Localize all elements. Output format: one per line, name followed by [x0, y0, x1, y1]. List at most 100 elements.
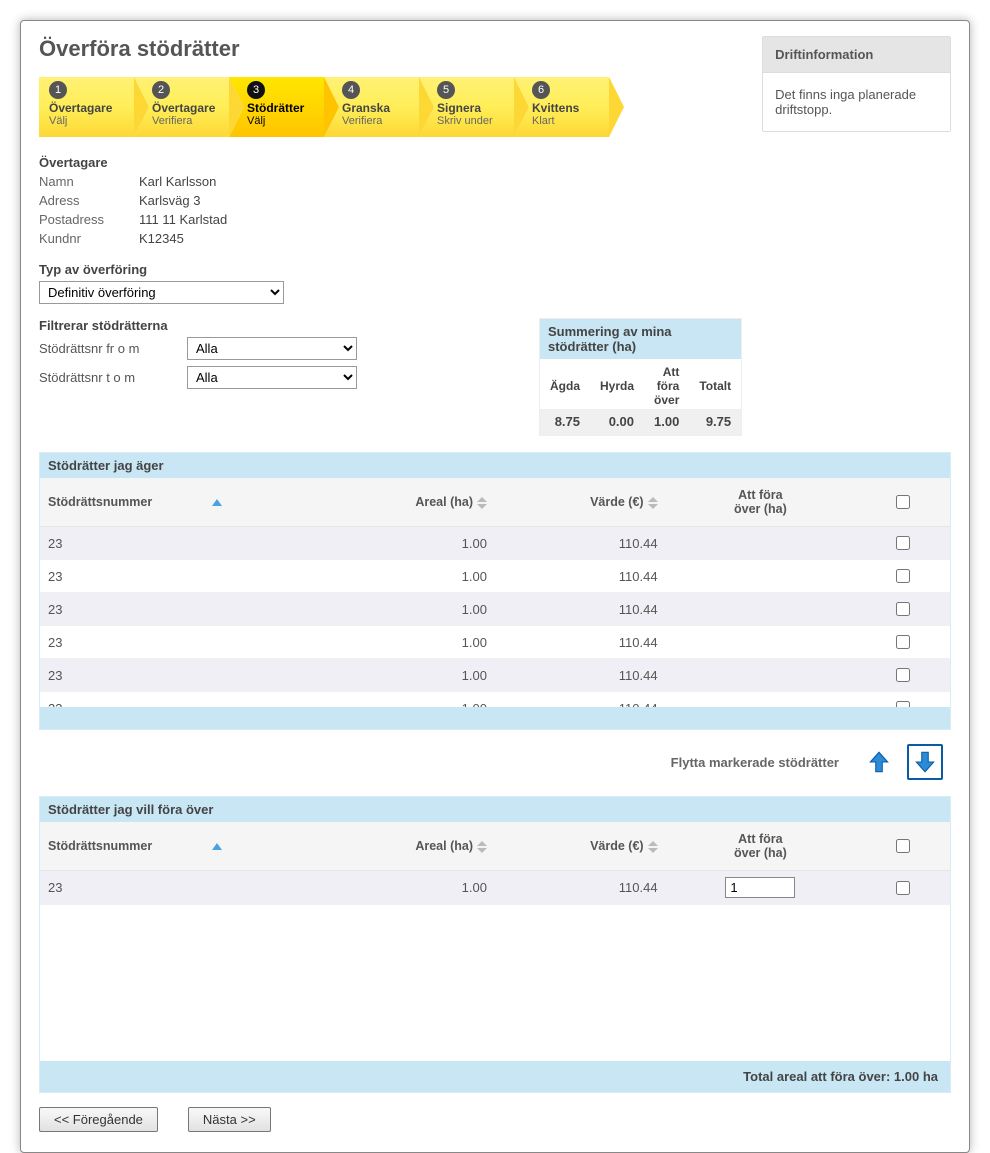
step-title: Granska	[342, 101, 419, 115]
cell-num: 23	[40, 626, 324, 659]
sort-icon	[477, 841, 487, 853]
cell-varde: 110.44	[495, 527, 666, 560]
step-title: Övertagare	[152, 101, 229, 115]
cell-over	[666, 626, 856, 659]
cell-varde: 110.44	[495, 659, 666, 692]
step-subtitle: Välj	[247, 115, 324, 127]
cell-areal: 1.00	[324, 659, 495, 692]
filter-from-label: Stödrättsnr fr o m	[39, 341, 179, 356]
row-checkbox[interactable]	[896, 602, 910, 616]
filter-to-select[interactable]: Alla	[187, 366, 357, 389]
transfer-rights-title: Stödrätter jag vill föra över	[40, 797, 950, 822]
own-header-num[interactable]: Stödrättsnummer	[40, 478, 324, 527]
transfer-select-all-checkbox[interactable]	[896, 839, 910, 853]
drift-info-panel: Driftinformation Det finns inga planerad…	[762, 36, 951, 132]
transfer-amount-input[interactable]	[725, 877, 795, 898]
table-row: 231.00110.44	[40, 659, 950, 692]
cell-over	[666, 593, 856, 626]
sort-asc-icon	[212, 499, 222, 506]
own-rights-title: Stödrätter jag äger	[40, 453, 950, 478]
sort-asc-icon	[212, 843, 222, 850]
own-header-over[interactable]: Att föra över (ha)	[666, 478, 856, 527]
step-title: Kvittens	[532, 101, 609, 115]
summary-heading: Summering av mina stödrätter (ha)	[540, 319, 741, 359]
row-checkbox[interactable]	[896, 668, 910, 682]
cell-areal: 1.00	[324, 626, 495, 659]
prev-button[interactable]: << Föregående	[39, 1107, 158, 1132]
step-title: Stödrätter	[247, 101, 324, 115]
cell-varde: 110.44	[495, 560, 666, 593]
row-checkbox[interactable]	[896, 536, 910, 550]
row-checkbox[interactable]	[896, 635, 910, 649]
step-subtitle: Verifiera	[342, 115, 419, 127]
transfer-type-select[interactable]: Definitiv överföring	[39, 281, 284, 304]
info-label: Adress	[39, 193, 139, 208]
transfer-footer-total: Total areal att föra över: 1.00 ha	[40, 1061, 950, 1092]
summary-val-hyrda: 0.00	[590, 410, 644, 436]
move-up-button[interactable]	[861, 744, 897, 780]
sort-icon	[477, 497, 487, 509]
summary-val-totalt: 9.75	[689, 410, 741, 436]
cell-varde: 110.44	[495, 692, 666, 708]
cell-num: 23	[40, 527, 324, 560]
step-subtitle: Skriv under	[437, 115, 514, 127]
step-number-icon: 5	[437, 81, 455, 99]
next-button[interactable]: Nästa >>	[188, 1107, 271, 1132]
cell-over	[666, 560, 856, 593]
row-checkbox[interactable]	[896, 569, 910, 583]
cell-varde: 110.44	[495, 626, 666, 659]
table-row: 231.00110.44	[40, 871, 950, 905]
row-checkbox[interactable]	[896, 881, 910, 895]
step-number-icon: 6	[532, 81, 550, 99]
own-header-areal[interactable]: Areal (ha)	[324, 478, 495, 527]
info-label: Namn	[39, 174, 139, 189]
cell-over	[666, 692, 856, 708]
info-table: NamnKarl KarlssonAdressKarlsväg 3Postadr…	[39, 174, 742, 246]
filter-from-select[interactable]: Alla	[187, 337, 357, 360]
transfer-header-areal[interactable]: Areal (ha)	[324, 822, 495, 871]
drift-info-body: Det finns inga planerade driftstopp.	[763, 73, 950, 131]
wizard: 1ÖvertagareVälj2ÖvertagareVerifiera3Stöd…	[39, 77, 742, 137]
step-subtitle: Verifiera	[152, 115, 229, 127]
info-value: 111 11 Karlstad	[139, 212, 742, 227]
transfer-header-checkbox[interactable]	[855, 822, 950, 871]
own-rights-footer	[40, 707, 950, 729]
own-rights-section: Stödrätter jag äger Stödrättsnummer Area…	[39, 452, 951, 730]
wizard-step-1[interactable]: 1ÖvertagareVälj	[39, 77, 134, 137]
own-header-varde[interactable]: Värde (€)	[495, 478, 666, 527]
summary-val-over: 1.00	[644, 410, 689, 436]
move-down-button[interactable]	[907, 744, 943, 780]
move-label: Flytta markerade stödrätter	[671, 755, 839, 770]
summary-col-totalt: Totalt	[689, 359, 741, 410]
table-row: 231.00110.44	[40, 626, 950, 659]
page-title: Överföra stödrätter	[39, 36, 742, 62]
step-subtitle: Välj	[49, 115, 134, 127]
step-number-icon: 4	[342, 81, 360, 99]
table-row: 231.00110.44	[40, 527, 950, 560]
step-title: Övertagare	[49, 101, 134, 115]
row-checkbox[interactable]	[896, 701, 910, 707]
own-header-checkbox[interactable]	[855, 478, 950, 527]
arrow-up-icon	[866, 749, 892, 775]
info-heading: Övertagare	[39, 155, 742, 170]
cell-areal: 1.00	[324, 527, 495, 560]
table-row: 231.00110.44	[40, 593, 950, 626]
summary-val-agda: 8.75	[540, 410, 590, 436]
transfer-header-varde[interactable]: Värde (€)	[495, 822, 666, 871]
step-number-icon: 3	[247, 81, 265, 99]
cell-over	[666, 527, 856, 560]
cell-num: 23	[40, 659, 324, 692]
cell-areal: 1.00	[324, 871, 495, 905]
arrow-down-icon	[912, 749, 938, 775]
transfer-header-over[interactable]: Att föra över (ha)	[666, 822, 856, 871]
sort-icon	[648, 497, 658, 509]
table-row: 231.00110.44	[40, 560, 950, 593]
step-number-icon: 2	[152, 81, 170, 99]
own-rights-scroll[interactable]: 231.00110.44231.00110.44231.00110.44231.…	[40, 527, 950, 707]
cell-num: 23	[40, 560, 324, 593]
transfer-header-num[interactable]: Stödrättsnummer	[40, 822, 324, 871]
info-value: Karlsväg 3	[139, 193, 742, 208]
summary-box: Summering av mina stödrätter (ha) Ägda H…	[539, 318, 742, 436]
own-select-all-checkbox[interactable]	[896, 495, 910, 509]
drift-info-heading: Driftinformation	[763, 37, 950, 73]
